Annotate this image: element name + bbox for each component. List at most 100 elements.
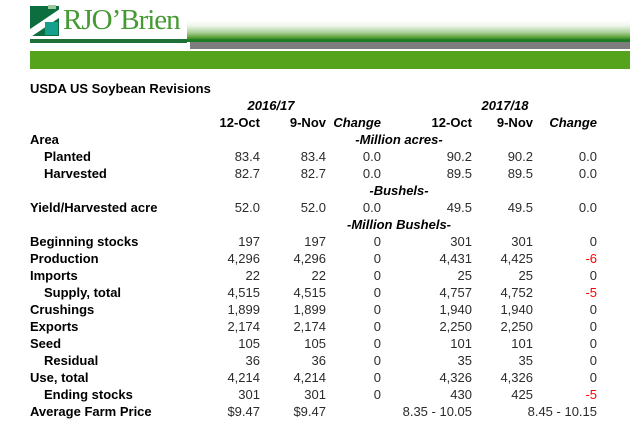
cell-value: 4,296 (210, 250, 266, 267)
cell-value: 301 (266, 386, 332, 403)
row-label: Beginning stocks (30, 233, 210, 250)
cell-value: 4,752 (478, 284, 539, 301)
cell-value: 4,214 (266, 369, 332, 386)
cell-value: 0 (332, 267, 387, 284)
cell-value (266, 182, 332, 199)
table-row: Harvested 82.7 82.7 0.0 89.5 89.5 0.0 (30, 165, 603, 182)
cell-value: 0 (539, 267, 603, 284)
report-body: USDA US Soybean Revisions 2016/17 2017/1… (30, 80, 630, 420)
cell-value: 22 (210, 267, 266, 284)
cell-value (539, 131, 603, 148)
table-row: Imports 22 22 0 25 25 0 (30, 267, 603, 284)
table-row: Ending stocks 301 301 0 430 425 -5 (30, 386, 603, 403)
brand-header: RJO’Brien (0, 0, 630, 69)
cell-value (478, 131, 539, 148)
cell-value (210, 216, 266, 233)
cell-value: 0 (332, 335, 387, 352)
cell-value: 1,940 (478, 301, 539, 318)
row-label: Seed (30, 335, 210, 352)
col-header: 9-Nov (266, 114, 332, 131)
col-header: Change (539, 114, 603, 131)
cell-value: 301 (210, 386, 266, 403)
table-row: Use, total 4,214 4,214 0 4,326 4,326 0 (30, 369, 603, 386)
cell-value: 89.5 (387, 165, 478, 182)
cell-value: 0.0 (332, 148, 387, 165)
cell-value: 0 (332, 352, 387, 369)
row-label: Exports (30, 318, 210, 335)
cell-value: 425 (478, 386, 539, 403)
row-label: Supply, total (30, 284, 210, 301)
cell-value: 0 (332, 386, 387, 403)
cell-value: 1,899 (210, 301, 266, 318)
cell-value: 4,515 (266, 284, 332, 301)
cell-value: -5 (539, 284, 603, 301)
cell-value: 35 (387, 352, 478, 369)
cell-value: 197 (266, 233, 332, 250)
table-row: Seed 105 105 0 101 101 0 (30, 335, 603, 352)
cell-value: 49.5 (478, 199, 539, 216)
table-row-average-farm-price: Average Farm Price $9.47 $9.47 8.35 - 10… (30, 403, 603, 420)
price-range-2017-oct: 8.35 - 10.05 (332, 403, 478, 420)
row-label: Average Farm Price (30, 403, 210, 420)
cell-value: $9.47 (266, 403, 332, 420)
col-header: 9-Nov (478, 114, 539, 131)
soybean-revisions-table: 2016/17 2017/18 12-Oct 9-Nov Change 12-O… (30, 97, 603, 420)
cell-value: 25 (478, 267, 539, 284)
cell-value (539, 182, 603, 199)
cell-value: 36 (210, 352, 266, 369)
cell-value: 0.0 (539, 165, 603, 182)
row-label (30, 216, 210, 233)
cell-value: 1,899 (266, 301, 332, 318)
cell-value (478, 216, 539, 233)
cell-value: 82.7 (266, 165, 332, 182)
cell-value: 22 (266, 267, 332, 284)
cell-value: 0 (332, 369, 387, 386)
cell-value (210, 131, 266, 148)
cell-value: 101 (478, 335, 539, 352)
col-header: Change (332, 114, 387, 131)
brand-name: RJO’Brien (63, 4, 180, 36)
cell-value: 0 (539, 369, 603, 386)
cell-value: 0 (539, 352, 603, 369)
gray-stripe (190, 42, 630, 49)
unit-label: -Million acres- (332, 131, 478, 148)
cell-value: 0 (332, 284, 387, 301)
cell-value: 90.2 (387, 148, 478, 165)
cell-value: 0 (539, 233, 603, 250)
table-row: Crushings 1,899 1,899 0 1,940 1,940 0 (30, 301, 603, 318)
spacer-cell (30, 114, 210, 131)
green-banner-bar (30, 51, 630, 69)
row-label: Ending stocks (30, 386, 210, 403)
table-row: Planted 83.4 83.4 0.0 90.2 90.2 0.0 (30, 148, 603, 165)
cell-value: 105 (210, 335, 266, 352)
cell-value (539, 216, 603, 233)
rjo-logo: RJO’Brien (30, 4, 180, 36)
cell-value: 49.5 (387, 199, 478, 216)
cell-value: $9.47 (210, 403, 266, 420)
row-label: Area (30, 131, 210, 148)
cell-value: 82.7 (210, 165, 266, 182)
table-row: Production 4,296 4,296 0 4,431 4,425 -6 (30, 250, 603, 267)
cell-value: 197 (210, 233, 266, 250)
cell-value: 430 (387, 386, 478, 403)
cell-value: 0.0 (332, 165, 387, 182)
cell-value: 2,174 (266, 318, 332, 335)
cell-value: 1,940 (387, 301, 478, 318)
table-row: -Million Bushels- (30, 216, 603, 233)
cell-value (478, 182, 539, 199)
table-row: -Bushels- (30, 182, 603, 199)
row-label: Residual (30, 352, 210, 369)
cell-value: 0.0 (539, 148, 603, 165)
row-label: Production (30, 250, 210, 267)
cell-value: 301 (387, 233, 478, 250)
row-label: Imports (30, 267, 210, 284)
logo-underline-bar (30, 39, 187, 43)
gradient-band (187, 6, 630, 42)
cell-value: 2,250 (478, 318, 539, 335)
cell-value: 52.0 (266, 199, 332, 216)
cell-value: 0 (539, 301, 603, 318)
cell-value: -6 (539, 250, 603, 267)
cell-value: -5 (539, 386, 603, 403)
logo-teal-square (45, 22, 58, 35)
table-row: Residual 36 36 0 35 35 0 (30, 352, 603, 369)
